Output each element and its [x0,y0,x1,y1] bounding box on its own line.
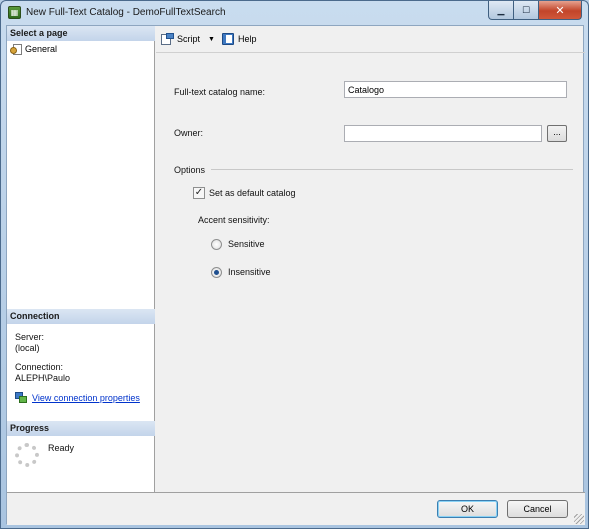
progress-header: Progress [7,421,155,436]
maximize-icon: ☐ [521,4,531,15]
connection-label: Connection: [15,362,64,372]
maximize-button[interactable]: ☐ [514,1,539,20]
options-section-label: Options [174,165,206,175]
browse-owner-button[interactable]: ... [547,125,567,142]
script-label: Script [177,34,201,44]
script-button[interactable]: Script ▼ [161,33,215,45]
insensitive-label[interactable]: Insensitive [228,267,271,277]
default-catalog-label[interactable]: Set as default catalog [209,188,296,198]
close-button[interactable]: ✕ [539,1,582,20]
owner-input[interactable] [344,125,542,142]
minimize-icon: ▁ [497,4,505,15]
sql-catalog-icon: ▦ [8,6,21,19]
ok-button[interactable]: OK [437,500,498,518]
page-item-label: General [25,44,58,54]
caption-buttons: ▁ ☐ ✕ [488,1,582,20]
radio-selected-dot [214,270,219,275]
default-catalog-checkbox[interactable]: ✓ [193,187,205,199]
gear-page-icon [10,43,23,55]
owner-label: Owner: [174,128,204,138]
page-item-general[interactable]: General [10,42,57,56]
toolbar: Script ▼ Help [156,26,585,53]
insensitive-radio[interactable] [211,267,222,278]
help-button[interactable]: Help [222,33,257,45]
dialog-client-area: Select a page General Connection Server:… [6,25,585,525]
connection-header: Connection [7,309,155,324]
help-book-icon [222,33,235,45]
window-title: New Full-Text Catalog - DemoFullTextSear… [26,7,226,18]
close-icon: ✕ [555,4,565,17]
sensitive-radio[interactable] [211,239,222,250]
progress-spinner-icon [15,443,39,467]
script-icon [161,33,174,45]
catalog-name-label: Full-text catalog name: [174,87,266,97]
view-connection-link[interactable]: View connection properties [32,393,140,403]
dropdown-arrow-icon[interactable]: ▼ [208,36,215,43]
resize-grip-icon[interactable] [574,514,584,524]
title-bar[interactable]: ▦ New Full-Text Catalog - DemoFullTextSe… [1,1,588,25]
minimize-button[interactable]: ▁ [488,1,514,20]
left-pane: Select a page General Connection Server:… [7,26,155,492]
progress-status: Ready [48,443,75,453]
accent-sensitivity-label: Accent sensitivity: [198,215,270,225]
select-page-header: Select a page [7,26,155,41]
options-divider [211,169,573,170]
connection-value: ALEPH\Paulo [15,373,71,383]
server-label: Server: [15,332,45,342]
catalog-name-input[interactable] [344,81,567,98]
dialog-window: ▦ New Full-Text Catalog - DemoFullTextSe… [0,0,589,529]
cancel-button[interactable]: Cancel [507,500,568,518]
help-label: Help [238,34,257,44]
server-value: (local) [15,343,40,353]
view-connection-properties[interactable]: View connection properties [15,392,140,403]
connection-properties-icon [15,392,27,403]
dialog-button-bar: OK Cancel [7,492,585,525]
sensitive-label[interactable]: Sensitive [228,239,265,249]
